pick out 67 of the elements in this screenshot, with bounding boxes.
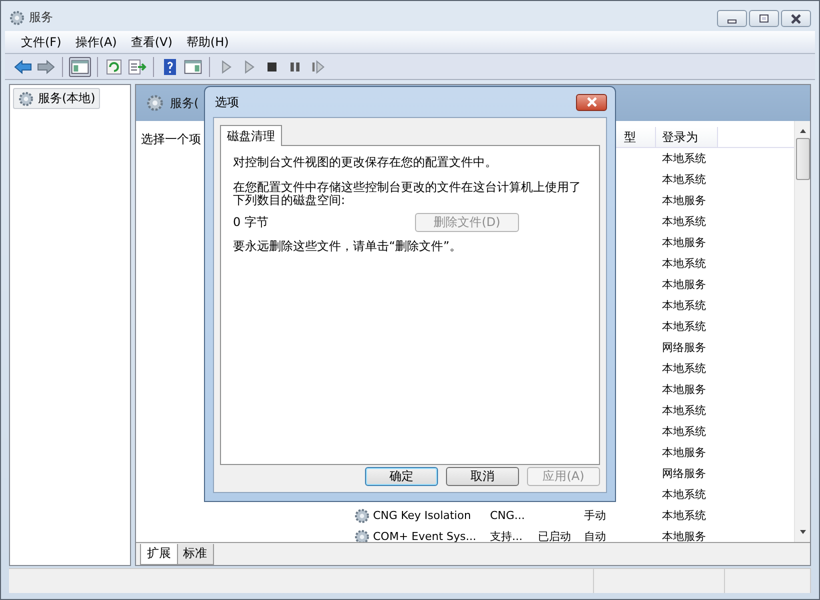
table-cell: 本地系统 (662, 361, 706, 376)
info-text: 对控制台文件视图的更改保存在您的配置文件中。 (233, 154, 498, 171)
table-cell: 本地服务 (662, 382, 706, 397)
table-cell: 本地服务 (662, 193, 706, 208)
table-cell: 网络服务 (662, 466, 706, 481)
close-button[interactable] (576, 94, 607, 110)
maximize-icon (758, 14, 770, 24)
description-text: 选择一个项 (141, 132, 201, 146)
dialog-button[interactable]: 确定 (365, 467, 438, 486)
table-cell: 本地系统 (662, 172, 706, 187)
pane-title: 服务( (170, 94, 199, 112)
table-cell: 手动 (584, 508, 606, 523)
refresh-icon[interactable] (104, 58, 124, 76)
back-arrow-icon[interactable] (13, 58, 33, 76)
table-cell: 本地服务 (662, 277, 706, 292)
table-cell: 本地系统 (662, 403, 706, 418)
export-icon[interactable] (127, 58, 147, 76)
table-cell: 本地系统 (662, 508, 706, 523)
scroll-thumb[interactable] (796, 138, 810, 180)
gear-icon (354, 508, 370, 524)
size-text: 0 字节 (233, 214, 268, 231)
table-cell: 本地系统 (662, 319, 706, 334)
minimize-button[interactable] (717, 10, 747, 27)
maximize-button[interactable] (749, 10, 779, 27)
table-cell: 本地系统 (662, 424, 706, 439)
table-cell: 本地服务 (662, 529, 706, 544)
table-cell: 网络服务 (662, 340, 706, 355)
menu-item[interactable]: 操作(A) (75, 34, 117, 50)
dialog-title: 选项 (215, 94, 239, 110)
table-cell: CNG Key Isolation (373, 509, 471, 522)
close-icon (790, 14, 802, 24)
table-cell: 本地系统 (662, 256, 706, 271)
down-arrow-icon[interactable] (798, 529, 806, 535)
column-header[interactable]: 型 (624, 128, 636, 146)
tree-item[interactable]: 服务(本地) (13, 88, 100, 109)
view-tab[interactable]: 扩展 (140, 544, 178, 565)
table-cell: 本地服务 (662, 235, 706, 250)
table-cell: 本地系统 (662, 487, 706, 502)
window-title: 服务 (29, 9, 53, 26)
panel-icon[interactable] (183, 58, 203, 76)
table-cell: CNG... (490, 509, 525, 522)
info-text: 要永远删除这些文件，请单击“删除文件”。 (233, 238, 462, 255)
up-arrow-icon[interactable] (798, 128, 806, 134)
panel-icon[interactable] (69, 56, 91, 76)
table-cell: 已启动 (538, 529, 571, 544)
gear-icon (146, 94, 164, 112)
menu-item[interactable]: 查看(V) (130, 34, 172, 50)
close-icon (586, 97, 598, 107)
info-text: 在您配置文件中存储这些控制台更改的文件在这台计算机上使用了下列数目的磁盘空间: (233, 181, 582, 207)
scrollbar[interactable] (794, 121, 810, 542)
menu-item[interactable]: 帮助(H) (186, 34, 229, 50)
table-cell: 本地系统 (662, 298, 706, 313)
table-cell: 自动 (584, 529, 606, 544)
gear-icon (9, 10, 25, 26)
forward-arrow-icon[interactable] (36, 58, 56, 76)
table-cell: 本地系统 (662, 214, 706, 229)
menu-item[interactable]: 文件(F) (21, 34, 62, 50)
gear-icon (18, 90, 34, 106)
close-button[interactable] (781, 10, 811, 27)
table-cell: 支持... (490, 529, 522, 544)
tree-label: 服务(本地) (38, 90, 96, 107)
table-cell: 本地服务 (662, 445, 706, 460)
view-tab[interactable]: 标准 (176, 544, 214, 565)
dialog-button[interactable]: 取消 (446, 467, 519, 486)
dialog-tab[interactable]: 磁盘清理 (220, 125, 282, 146)
table-cell: 本地系统 (662, 151, 706, 166)
table-cell: COM+ Event Sys... (373, 530, 476, 543)
